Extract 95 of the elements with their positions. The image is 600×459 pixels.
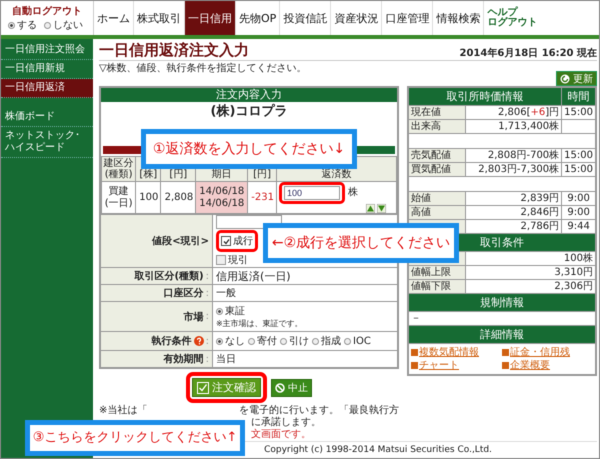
refresh-button[interactable]: 更新 [556,71,597,86]
page-title: 一日信用返済注文入力 [99,41,249,60]
radio-option[interactable]: 指成 [312,334,341,348]
prohibited-icon [275,382,285,392]
form-heading: 注文内容入力 [101,88,397,102]
field-label: 執行条件 [152,334,192,348]
radio-option[interactable]: する [8,18,37,32]
table-cell: 買建 (一日) [102,182,136,214]
callout-box: ③こちらをクリックしてください↑ [25,420,245,456]
detail-link[interactable]: 証金・信用残 [502,346,593,359]
help-icon[interactable] [194,336,204,346]
separator-text: : [206,288,209,298]
panel-heading: 規制情報 [408,294,596,312]
separator-text: : [206,336,209,346]
table-cell: 現在値 [408,106,466,120]
column-header: 建区分 (種類) [102,156,136,182]
table-cell: 2,786円 [520,221,560,232]
table-cell: － [408,312,596,326]
table-cell: 9:00 [562,192,596,206]
radio-option[interactable]: IOC [344,336,371,346]
notice-text: に承諾します。 [251,417,321,428]
field-value: 当日 [216,352,236,366]
callout-box: ←②成行を選択してください [263,223,459,263]
table-cell: 15:00 [562,162,596,176]
separator-text: : [206,270,209,282]
table-cell: 2,808円-700株 [488,150,560,161]
nav-tab[interactable]: 先物OP [236,1,280,35]
auto-logout-label: 自動ログアウト [12,4,82,18]
table-cell: 出来高 [408,120,466,134]
table-cell: 買気配値 [408,162,466,176]
field-label: 有効期間 [164,352,204,366]
table-cell: 始値 [408,192,466,206]
table-cell: 15:00 [562,148,596,162]
quantity-input[interactable]: 100 [284,186,340,200]
separator-text: : [206,354,209,364]
table-cell: 3,310円 [466,266,596,280]
notice-text: ※当社は「 [99,405,148,417]
cancel-button[interactable]: 中止 [271,378,312,396]
detail-link[interactable]: チャート [411,359,502,372]
separator-text: : [206,311,209,322]
timestamp: 2014年6月18日 16:20 現在 [460,46,597,60]
table-cell: 100株 [466,252,596,266]
nav-tab[interactable]: 一日信用 [185,1,236,35]
header-link[interactable]: ログアウト [487,18,538,28]
sidebar-item[interactable]: 一日信用返済 [1,79,93,98]
table-cell: 売気配値 [408,148,466,162]
nav-tab[interactable]: 株式取引 [134,1,185,35]
down-arrow-icon[interactable] [377,204,386,213]
checkbox-option[interactable]: 現引 [216,253,248,267]
field-value: 信用返済(一日) [216,268,291,284]
checkbox-option[interactable]: 成行 [221,234,253,248]
table-cell: 100 [136,182,161,214]
panel-heading: 詳細情報 [408,326,596,344]
sidebar-item[interactable]: ネットストック･ハイスピード [1,127,93,158]
table-cell: 15:00 [562,106,596,120]
sidebar-item[interactable]: 株価ボード [1,108,93,127]
notice-text: を電子的に行います。「最良執行方 [239,405,399,416]
table-cell: 1,713,400株 [498,121,560,132]
field-label: 取引区分(種類) [134,270,204,283]
field-label: 値段<現引> [101,215,213,267]
market-note: ※主市場は、東証です。 [216,318,304,329]
detail-link[interactable]: 複数気配情報 [411,346,502,359]
radio-option[interactable]: しない [44,18,83,32]
callout-box: ①返済数を入力してください↓ [141,129,357,169]
up-arrow-icon[interactable] [366,204,375,213]
table-cell: 2,839円 [520,193,560,204]
table-cell: 値幅上限 [408,266,466,280]
header-link[interactable]: ヘルプ [487,8,538,18]
field-label: 市場 [184,310,204,324]
nav-tab[interactable]: ホーム [94,1,134,35]
field-label: 口座区分 [164,286,204,300]
instruction-text: ▽株数、値段、執行条件を指定してください。 [99,62,307,75]
table-cell: 高値 [408,206,466,220]
radio-option[interactable]: なし [216,334,245,348]
checkbox-icon [197,382,209,394]
radio-option[interactable]: 東証 [216,304,245,318]
unit-label: 株 [348,187,358,199]
nav-tab[interactable]: 情報検索 [433,1,484,35]
table-cell: 2,846円 [520,207,560,218]
panel-heading: 取引所時価情報 [408,87,562,106]
detail-link[interactable]: 企業概要 [502,359,593,372]
sidebar-item[interactable]: 一日信用注文照会 [1,41,93,60]
panel-heading: 時間 [562,87,596,106]
refresh-icon [560,74,570,84]
stock-name: (株)コロプラ [210,102,288,121]
table-cell: 9:00 [562,206,596,220]
table-cell: 2,803円-7,300株 [478,164,560,175]
table-cell: 値幅下限 [408,280,466,294]
notice-text: 文画面です。 [251,429,311,441]
radio-option[interactable]: 寄付 [248,334,277,348]
table-cell: -231 [248,182,276,214]
radio-option[interactable]: 引け [280,334,309,348]
field-value: 一般 [216,287,236,300]
price-value: 2,806[+6]円 [498,107,560,118]
table-cell: 14/06/18 14/06/18 [196,182,248,214]
